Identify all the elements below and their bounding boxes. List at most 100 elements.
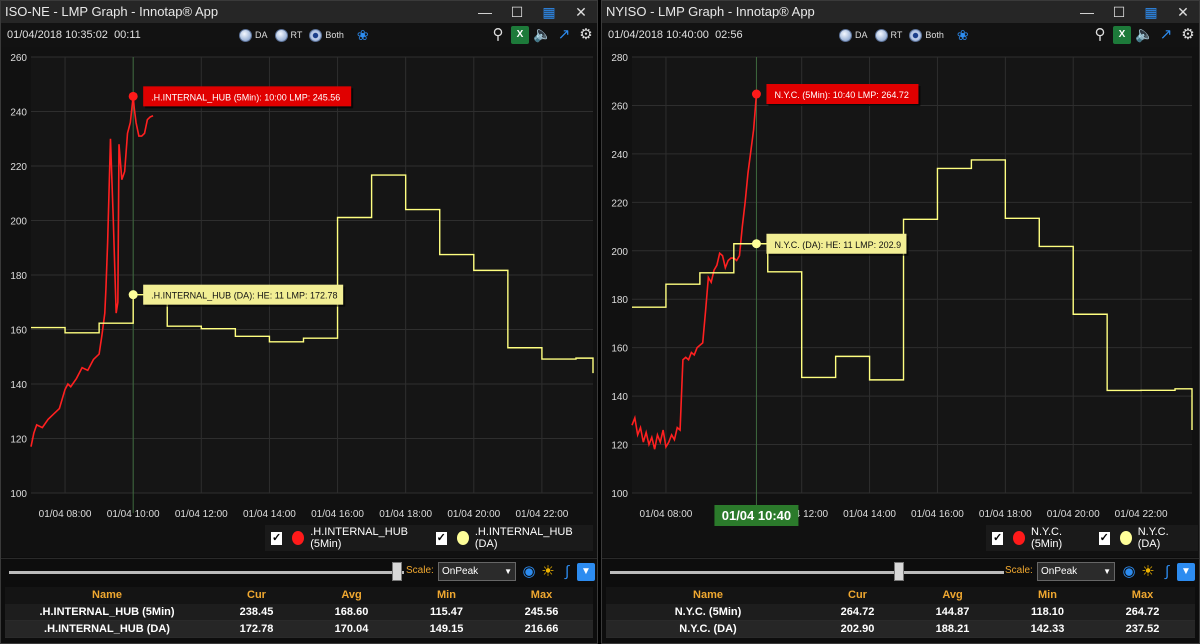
mode-radio-group: DA RT Both ❀ bbox=[239, 23, 369, 47]
nyiso-window: NYISO - LMP Graph - Innotap® App — ☐ ▦ ✕… bbox=[601, 0, 1200, 644]
window-titlebar[interactable]: NYISO - LMP Graph - Innotap® App — ☐ ▦ ✕ bbox=[602, 1, 1199, 23]
curve-icon[interactable]: ∫ bbox=[558, 563, 576, 581]
y-tick-label: 120 bbox=[611, 441, 628, 452]
legend-checkbox-5min[interactable]: ✓ bbox=[271, 531, 283, 545]
location-pin-icon[interactable]: ❀ bbox=[357, 23, 369, 47]
legend-checkbox-5min[interactable]: ✓ bbox=[992, 531, 1004, 545]
radio-da[interactable] bbox=[239, 28, 252, 42]
x-tick-label: 01/04 18:00 bbox=[979, 509, 1032, 520]
chart-svg[interactable]: 100 120 140 160 180 200 220 240 260 280 01/04 08:0… bbox=[602, 47, 1200, 557]
radio-rt[interactable] bbox=[874, 28, 888, 42]
search-icon[interactable]: ⚲ bbox=[489, 26, 507, 44]
cursor-time-label: 01/04 10:40 bbox=[722, 508, 791, 523]
range-slider-thumb[interactable] bbox=[894, 562, 904, 581]
range-slider-track[interactable] bbox=[9, 571, 404, 574]
excel-export-icon[interactable]: X bbox=[1113, 26, 1131, 44]
cell-max: 237.52 bbox=[1125, 623, 1160, 635]
chart-controls: Scale: OnPeak ▼ ◉ ☀ ∫ ▼ bbox=[602, 558, 1199, 584]
col-header-min[interactable]: Min bbox=[1000, 587, 1095, 604]
tooltip-text: N.Y.C. (DA): HE: 11 LMP: 202.9 bbox=[774, 240, 901, 250]
gear-icon[interactable]: ⚙ bbox=[1179, 26, 1197, 44]
gear-icon[interactable]: ⚙ bbox=[577, 26, 595, 44]
radio-da[interactable] bbox=[839, 28, 852, 42]
cell-cur: 202.90 bbox=[840, 623, 875, 635]
radio-both[interactable] bbox=[309, 28, 323, 42]
table-row[interactable]: .H.INTERNAL_HUB (DA) 172.78 170.04 149.1… bbox=[5, 621, 593, 638]
chevron-down-icon: ▼ bbox=[1103, 567, 1111, 576]
table-row[interactable]: .H.INTERNAL_HUB (5Min) 238.45 168.60 115… bbox=[5, 604, 593, 621]
close-icon[interactable]: ✕ bbox=[1167, 1, 1199, 23]
sound-icon[interactable]: 🔈 bbox=[1135, 26, 1154, 44]
col-header-cur[interactable]: Cur bbox=[209, 587, 304, 604]
col-header-min[interactable]: Min bbox=[399, 587, 494, 604]
dropdown-toggle-icon[interactable]: ▼ bbox=[577, 563, 595, 581]
col-header-max[interactable]: Max bbox=[494, 587, 589, 604]
sun-icon[interactable]: ☀ bbox=[1139, 563, 1157, 581]
cell-avg: 188.21 bbox=[935, 623, 970, 635]
legend-label-5min: .H.INTERNAL_HUB (5Min) bbox=[310, 526, 408, 550]
tile-icon[interactable]: ▦ bbox=[533, 1, 565, 23]
scale-value: OnPeak bbox=[1041, 566, 1078, 577]
iso-ne-window: ISO-NE - LMP Graph - Innotap® App — ☐ ▦ … bbox=[0, 0, 598, 644]
plot-area bbox=[632, 57, 1192, 493]
col-header-max[interactable]: Max bbox=[1095, 587, 1190, 604]
eye-icon[interactable]: ◉ bbox=[520, 563, 538, 581]
y-tick-label: 260 bbox=[10, 53, 27, 64]
radio-da-label: DA bbox=[855, 30, 868, 40]
sound-icon[interactable]: 🔈 bbox=[533, 26, 552, 44]
window-titlebar[interactable]: ISO-NE - LMP Graph - Innotap® App — ☐ ▦ … bbox=[1, 1, 597, 23]
tooltip-marker-5min bbox=[128, 91, 138, 101]
legend-checkbox-da[interactable]: ✓ bbox=[435, 531, 447, 545]
tile-icon[interactable]: ▦ bbox=[1135, 1, 1167, 23]
cell-avg: 170.04 bbox=[334, 623, 369, 635]
y-tick-label: 140 bbox=[611, 392, 628, 403]
radio-da-label: DA bbox=[255, 30, 268, 40]
cell-name: .H.INTERNAL_HUB (5Min) bbox=[39, 606, 175, 618]
summary-table: Name Cur Avg Min Max N.Y.C. (5Min) 264.7… bbox=[606, 587, 1195, 638]
col-header-avg[interactable]: Avg bbox=[905, 587, 1000, 604]
lmp-chart[interactable]: 100 120 140 160 180 200 220 240 260 280 01/04 08:0… bbox=[602, 47, 1199, 557]
range-slider-track[interactable] bbox=[610, 571, 1004, 574]
col-header-name[interactable]: Name bbox=[606, 587, 810, 604]
col-header-cur[interactable]: Cur bbox=[810, 587, 905, 604]
sun-icon[interactable]: ☀ bbox=[539, 563, 557, 581]
maximize-icon[interactable]: ☐ bbox=[1103, 1, 1135, 23]
maximize-icon[interactable]: ☐ bbox=[501, 1, 533, 23]
range-slider-thumb[interactable] bbox=[392, 562, 402, 581]
excel-export-icon[interactable]: X bbox=[511, 26, 529, 44]
col-header-name[interactable]: Name bbox=[5, 587, 209, 604]
scale-dropdown[interactable]: OnPeak ▼ bbox=[1037, 562, 1115, 581]
search-icon[interactable]: ⚲ bbox=[1091, 26, 1109, 44]
close-icon[interactable]: ✕ bbox=[565, 1, 597, 23]
table-row[interactable]: N.Y.C. (5Min) 264.72 144.87 118.10 264.7… bbox=[606, 604, 1195, 621]
cell-name: .H.INTERNAL_HUB (DA) bbox=[44, 623, 170, 635]
cell-name: N.Y.C. (DA) bbox=[679, 623, 737, 635]
scale-dropdown[interactable]: OnPeak ▼ bbox=[438, 562, 516, 581]
x-tick-label: 01/04 22:00 bbox=[1115, 509, 1168, 520]
curve-icon[interactable]: ∫ bbox=[1158, 563, 1176, 581]
chart-legend: ✓ .H.INTERNAL_HUB (5Min) ✓ .H.INTERNAL_H… bbox=[265, 525, 593, 551]
cell-min: 118.10 bbox=[1030, 606, 1065, 618]
minimize-icon[interactable]: — bbox=[469, 1, 501, 23]
scale-value: OnPeak bbox=[442, 566, 479, 577]
chart-svg[interactable]: 100 120 140 160 180 200 220 240 260 01/04 08:00 01… bbox=[1, 47, 598, 557]
dropdown-toggle-icon[interactable]: ▼ bbox=[1177, 563, 1195, 581]
radio-both[interactable] bbox=[909, 28, 923, 42]
legend-checkbox-da[interactable]: ✓ bbox=[1098, 531, 1110, 545]
minimize-icon[interactable]: — bbox=[1071, 1, 1103, 23]
eye-icon[interactable]: ◉ bbox=[1120, 563, 1138, 581]
radio-rt-label: RT bbox=[290, 30, 303, 40]
location-pin-icon[interactable]: ❀ bbox=[957, 23, 969, 47]
radio-rt[interactable] bbox=[274, 28, 288, 42]
y-tick-label: 240 bbox=[10, 108, 27, 119]
cell-name: N.Y.C. (5Min) bbox=[674, 606, 742, 618]
y-tick-label: 100 bbox=[10, 489, 27, 500]
popout-icon[interactable]: ↗ bbox=[555, 26, 573, 44]
popout-icon[interactable]: ↗ bbox=[1157, 26, 1175, 44]
tooltip-marker-da bbox=[128, 290, 138, 300]
y-tick-label: 180 bbox=[611, 295, 628, 306]
col-header-avg[interactable]: Avg bbox=[304, 587, 399, 604]
cell-max: 264.72 bbox=[1125, 606, 1160, 618]
lmp-chart[interactable]: 100 120 140 160 180 200 220 240 260 01/04 08:00 01… bbox=[1, 47, 597, 557]
table-row[interactable]: N.Y.C. (DA) 202.90 188.21 142.33 237.52 bbox=[606, 621, 1195, 638]
